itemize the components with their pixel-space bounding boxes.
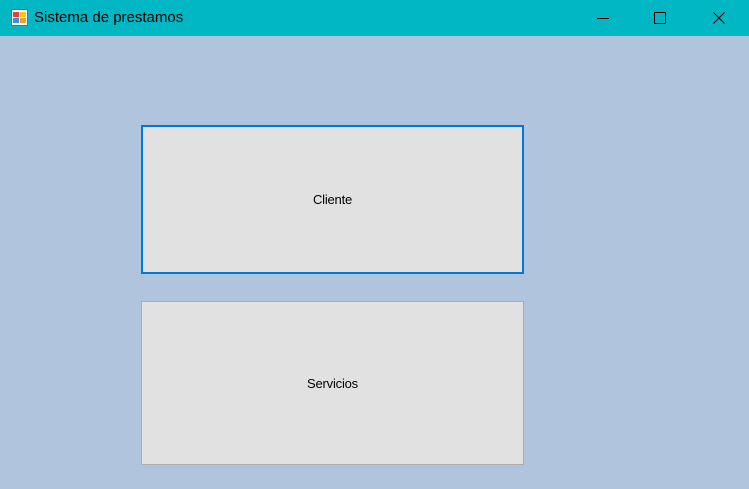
cliente-button[interactable]: Cliente: [141, 125, 524, 274]
servicios-button[interactable]: Servicios: [141, 301, 524, 465]
minimize-icon: [597, 18, 609, 19]
close-button[interactable]: [696, 0, 742, 36]
servicios-button-label: Servicios: [307, 375, 358, 391]
close-icon: [713, 12, 725, 24]
title-bar[interactable]: Sistema de prestamos: [0, 0, 749, 36]
minimize-button[interactable]: [580, 0, 626, 36]
window-title: Sistema de prestamos: [34, 9, 184, 26]
windows-form-icon: [11, 9, 28, 26]
maximize-icon: [654, 12, 666, 24]
cliente-button-label: Cliente: [312, 192, 353, 207]
main-window: Sistema de prestamos Cliente Servicios: [0, 0, 749, 489]
maximize-button[interactable]: [637, 0, 683, 36]
